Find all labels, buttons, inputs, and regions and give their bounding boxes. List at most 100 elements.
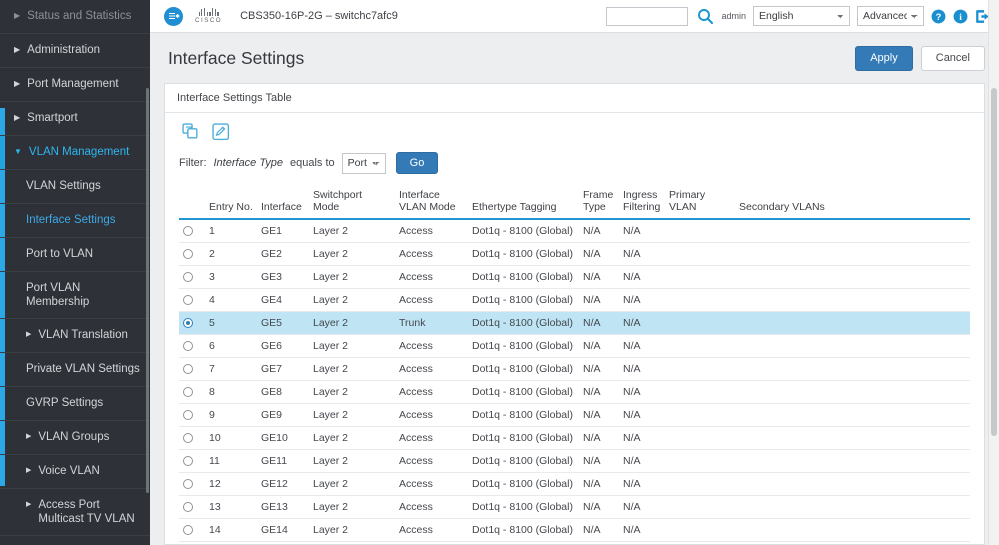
table-row[interactable]: 5 GE5 Layer 2 Trunk Dot1q - 8100 (Global) N/A… — [179, 311, 970, 335]
row-radio-button[interactable] — [183, 272, 193, 283]
table-row[interactable]: 4 GE4 Layer 2 Access Dot1q - 8100 (Global) N/… — [179, 288, 970, 312]
sidebar-item-gvrp-settings[interactable]: GVRP Settings — [0, 387, 150, 421]
sidebar-scrollbar-thumb[interactable] — [146, 88, 149, 493]
table-row[interactable]: 8 GE8 Layer 2 Access Dot1q - 8100 (Global) N/… — [179, 380, 970, 404]
table-row[interactable]: 12 GE12 Layer 2 Access Dot1q - 8100 (Global)… — [179, 472, 970, 496]
sidebar-item-vlan-management[interactable]: ▼ VLAN Management — [0, 136, 150, 170]
cell-interface: GE13 — [257, 495, 309, 519]
sidebar-item-vlan-settings[interactable]: VLAN Settings — [0, 170, 150, 204]
table-row[interactable]: 14 GE14 Layer 2 Access Dot1q - 8100 (Global)… — [179, 518, 970, 542]
search-input[interactable] — [606, 6, 689, 26]
display-mode-select[interactable]: Advanced — [857, 6, 924, 26]
table-row[interactable]: 1 GE1 Layer 2 Access Dot1q - 8100 (Global) N/… — [179, 219, 970, 243]
cell-frame-type: N/A — [579, 380, 619, 404]
sidebar-item-vlan-groups[interactable]: ▶ VLAN Groups — [0, 421, 150, 455]
table-row[interactable]: 11 GE11 Layer 2 Access Dot1q - 8100 (Global)… — [179, 449, 970, 473]
cell-primary-vlan — [665, 518, 735, 542]
sidebar-item-port-vlan-membership[interactable]: Port VLAN Membership — [0, 272, 150, 319]
table-row[interactable]: 9 GE9 Layer 2 Access Dot1q - 8100 (Global) N/… — [179, 403, 970, 427]
sidebar-item-administration[interactable]: ▶ Administration — [0, 34, 150, 68]
row-radio-button[interactable] — [183, 318, 193, 329]
row-radio-button[interactable] — [183, 525, 193, 536]
language-select[interactable]: English — [753, 6, 850, 26]
sidebar-item-customer-port-multicast-tv-vlan[interactable]: ▶Customer Port Multicast TV VLAN — [0, 536, 150, 545]
row-select-cell[interactable] — [179, 311, 205, 335]
row-radio-button[interactable] — [183, 387, 193, 398]
sidebar-item-interface-settings[interactable]: Interface Settings — [0, 204, 150, 238]
row-select-cell[interactable] — [179, 426, 205, 450]
row-select-cell[interactable] — [179, 541, 205, 544]
cell-entry-no: 8 — [205, 380, 257, 404]
row-select-cell[interactable] — [179, 288, 205, 312]
table-row[interactable]: 7 GE7 Layer 2 Access Dot1q - 8100 (Global) N/… — [179, 357, 970, 381]
question-circle-icon[interactable]: ? — [931, 9, 946, 24]
cell-interface-vlan-mode: Access — [395, 518, 468, 542]
page-scrollbar-thumb[interactable] — [991, 88, 997, 436]
chevron-right-icon: ▶ — [14, 79, 21, 88]
row-select-cell[interactable] — [179, 265, 205, 289]
table-row[interactable]: 6 GE6 Layer 2 Access Dot1q - 8100 (Global) N/… — [179, 334, 970, 358]
chevron-right-icon: ▶ — [26, 331, 32, 338]
row-select-cell[interactable] — [179, 403, 205, 427]
info-circle-icon[interactable]: i — [953, 9, 968, 24]
cell-interface: GE15 — [257, 541, 309, 544]
row-select-cell[interactable] — [179, 495, 205, 519]
cell-interface: GE10 — [257, 426, 309, 450]
cell-ethertype-tagging: Dot1q - 8100 (Global) — [468, 265, 579, 289]
sidebar-item-status-and-statistics[interactable]: ▶ Status and Statistics — [0, 0, 150, 34]
row-radio-button[interactable] — [183, 433, 193, 444]
cell-switchport-mode: Layer 2 — [309, 242, 395, 266]
page-header: Interface Settings Apply Cancel — [150, 33, 999, 83]
cell-interface: GE11 — [257, 449, 309, 473]
row-radio-button[interactable] — [183, 341, 193, 352]
filter-value-select[interactable]: Port — [341, 152, 386, 174]
row-select-cell[interactable] — [179, 357, 205, 381]
chevron-right-icon: ▶ — [26, 467, 32, 474]
table-row[interactable]: 10 GE10 Layer 2 Access Dot1q - 8100 (Global)… — [179, 426, 970, 450]
cancel-button[interactable]: Cancel — [920, 45, 985, 71]
filter-go-button[interactable]: Go — [395, 152, 439, 174]
row-radio-button[interactable] — [183, 249, 193, 260]
row-radio-button[interactable] — [183, 410, 193, 421]
row-select-cell[interactable] — [179, 219, 205, 243]
cell-primary-vlan — [665, 288, 735, 312]
table-row[interactable]: 3 GE3 Layer 2 Access Dot1q - 8100 (Global) N/… — [179, 265, 970, 289]
row-select-cell[interactable] — [179, 380, 205, 404]
cell-frame-type: N/A — [579, 541, 619, 544]
cell-entry-no: 1 — [205, 219, 257, 243]
row-select-cell[interactable] — [179, 449, 205, 473]
row-select-cell[interactable] — [179, 242, 205, 266]
filter-field-name: Interface Type — [213, 157, 284, 169]
cell-ethertype-tagging: Dot1q - 8100 (Global) — [468, 288, 579, 312]
row-radio-button[interactable] — [183, 295, 193, 306]
row-select-cell[interactable] — [179, 334, 205, 358]
row-radio-button[interactable] — [183, 456, 193, 467]
table-row[interactable]: 15GE15Layer 2AccessDot1q - 8100 (Global)… — [179, 541, 970, 544]
cell-entry-no: 9 — [205, 403, 257, 427]
sidebar-item-vlan-translation[interactable]: ▶ VLAN Translation — [0, 319, 150, 353]
sidebar-item-port-to-vlan[interactable]: Port to VLAN — [0, 238, 150, 272]
sidebar-item-private-vlan-settings[interactable]: Private VLAN Settings — [0, 353, 150, 387]
cell-secondary-vlans — [735, 288, 970, 312]
page-scrollbar[interactable] — [988, 0, 999, 545]
sidebar-item-smartport[interactable]: ▶ Smartport — [0, 102, 150, 136]
table-row[interactable]: 13 GE13 Layer 2 Access Dot1q - 8100 (Global)… — [179, 495, 970, 519]
search-icon[interactable] — [697, 8, 714, 25]
card-body: Filter: Interface Type equals to Port Go — [165, 113, 984, 544]
sidebar-item-port-management[interactable]: ▶ Port Management — [0, 68, 150, 102]
sidebar-item-access-port-multicast-tv-vlan[interactable]: ▶ Access Port Multicast TV VLAN — [0, 489, 150, 536]
row-select-cell[interactable] — [179, 518, 205, 542]
cell-primary-vlan — [665, 242, 735, 266]
edit-icon[interactable] — [212, 123, 230, 141]
row-select-cell[interactable] — [179, 472, 205, 496]
sidebar-item-voice-vlan[interactable]: ▶ Voice VLAN — [0, 455, 150, 489]
row-radio-button[interactable] — [183, 364, 193, 375]
apply-button[interactable]: Apply — [855, 45, 913, 71]
row-radio-button[interactable] — [183, 479, 193, 490]
row-radio-button[interactable] — [183, 226, 193, 237]
table-row[interactable]: 2 GE2 Layer 2 Access Dot1q - 8100 (Global) N/… — [179, 242, 970, 266]
row-radio-button[interactable] — [183, 502, 193, 513]
cell-frame-type: N/A — [579, 219, 619, 243]
copy-settings-icon[interactable] — [182, 123, 200, 141]
cell-ingress-filtering: N/A — [619, 288, 665, 312]
